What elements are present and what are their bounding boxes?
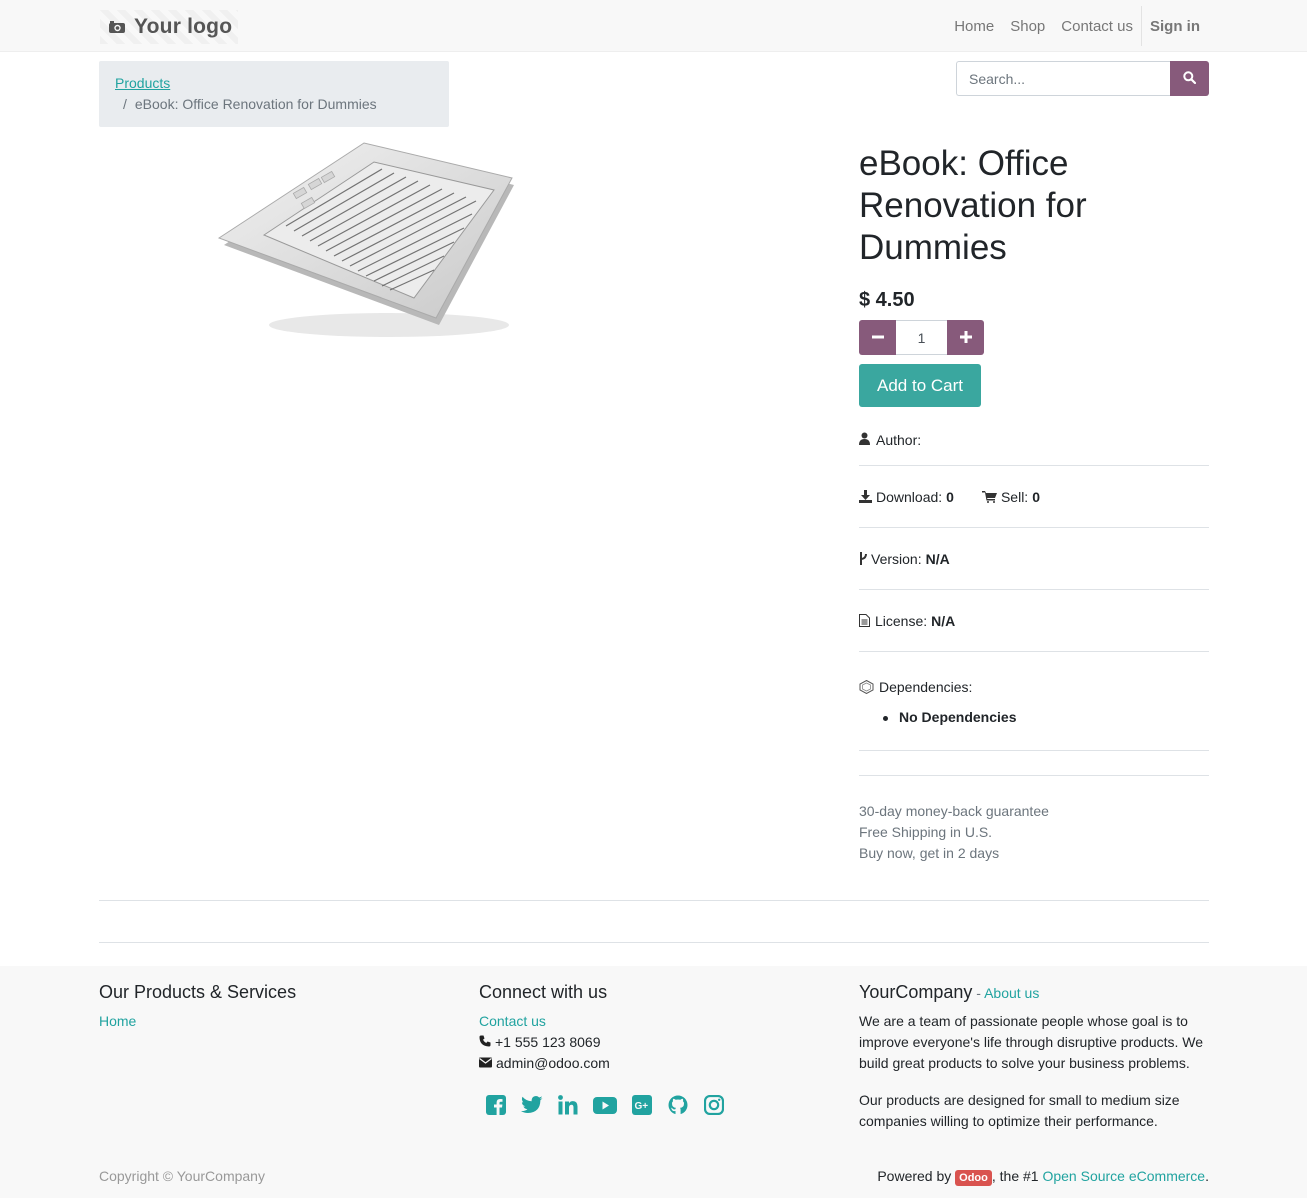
linkedin-icon[interactable] xyxy=(557,1094,579,1116)
breadcrumb: Products / eBook: Office Renovation for D… xyxy=(99,61,449,127)
powered-mid: , the #1 xyxy=(991,1168,1043,1184)
quantity-stepper xyxy=(859,320,1209,355)
code-branch-icon xyxy=(859,552,867,565)
section-divider xyxy=(99,942,1209,943)
search-form xyxy=(956,61,1209,96)
search-button[interactable] xyxy=(1170,61,1209,96)
footer-phone: +1 555 123 8069 xyxy=(495,1034,601,1050)
product-details: eBook: Office Renovation for Dummies $ 4… xyxy=(859,140,1209,864)
svg-text:G+: G+ xyxy=(635,1101,649,1112)
plus-icon xyxy=(959,330,972,346)
download-sell-row: Download: 0 Sell: 0 xyxy=(859,466,1209,528)
sell-count: 0 xyxy=(1032,488,1040,505)
license-row: License: N/A xyxy=(859,590,1209,652)
footer-company-heading: YourCompany xyxy=(859,982,973,1002)
decrease-quantity-button[interactable] xyxy=(859,320,896,355)
cart-icon xyxy=(981,490,997,503)
guarantee-item: Buy now, get in 2 days xyxy=(859,845,1000,861)
sign-in-link[interactable]: Sign in xyxy=(1150,18,1200,35)
breadcrumb-separator: / xyxy=(123,96,127,112)
nav-home[interactable]: Home xyxy=(954,18,994,35)
footer-home-link[interactable]: Home xyxy=(99,1011,136,1032)
product-image xyxy=(214,140,524,345)
github-icon[interactable] xyxy=(667,1094,689,1116)
product-price: $ 4.50 xyxy=(859,289,915,311)
download-icon xyxy=(859,490,872,503)
instagram-icon[interactable] xyxy=(703,1094,725,1116)
footer-about-link[interactable]: About us xyxy=(984,985,1039,1001)
increase-quantity-button[interactable] xyxy=(947,320,984,355)
footer-connect-heading: Connect with us xyxy=(479,982,608,1002)
dependencies-label: Dependencies: xyxy=(879,679,973,695)
social-links: G+ xyxy=(479,1094,725,1116)
logo[interactable]: Your logo xyxy=(100,10,238,44)
download-count: 0 xyxy=(946,488,954,505)
footer-connect-column: Connect with us Contact us +1 555 123 80… xyxy=(479,982,725,1116)
search-icon xyxy=(1183,70,1197,87)
logo-text: Your logo xyxy=(134,15,233,38)
nav-divider xyxy=(1141,6,1142,46)
product-title: eBook: Office Renovation for Dummies xyxy=(859,144,1087,267)
guarantee-list: 30-day money-back guarantee Free Shippin… xyxy=(859,801,1209,864)
breadcrumb-current-label: eBook: Office Renovation for Dummies xyxy=(134,96,377,112)
dependencies-list: No Dependencies xyxy=(883,709,1209,725)
facebook-icon[interactable] xyxy=(485,1094,507,1116)
add-to-cart-button[interactable]: Add to Cart xyxy=(859,364,981,407)
powered-prefix: Powered by xyxy=(877,1168,956,1184)
twitter-icon[interactable] xyxy=(521,1094,543,1116)
breadcrumb-current: / eBook: Office Renovation for Dummies xyxy=(115,94,433,115)
google-plus-icon[interactable]: G+ xyxy=(631,1094,653,1116)
footer-about-separator: - xyxy=(972,985,985,1001)
version-value: N/A xyxy=(925,550,950,567)
footer-email: admin@odoo.com xyxy=(496,1055,610,1071)
author-row: Author: xyxy=(859,427,1209,466)
open-source-ecommerce-link[interactable]: Open Source eCommerce xyxy=(1042,1168,1205,1184)
copyright: Copyright © YourCompany xyxy=(99,1168,265,1184)
section-divider xyxy=(99,900,1209,901)
footer: Our Products & Services Home Connect wit… xyxy=(0,966,1307,1198)
search-input[interactable] xyxy=(956,61,1170,96)
nav-shop[interactable]: Shop xyxy=(1010,18,1045,35)
odoo-badge[interactable]: Odoo xyxy=(955,1170,992,1186)
footer-about-column: YourCompany - About us We are a team of … xyxy=(859,982,1209,1148)
main-nav: Home Shop Contact us Sign in xyxy=(938,0,1200,52)
top-navbar: Your logo Home Shop Contact us Sign in xyxy=(0,0,1307,52)
quantity-input[interactable] xyxy=(896,320,947,355)
user-icon xyxy=(859,432,872,445)
footer-about-text-2: Our products are designed for small to m… xyxy=(859,1092,1180,1129)
license-value: N/A xyxy=(931,612,956,629)
phone-icon xyxy=(479,1032,491,1053)
breadcrumb-products[interactable]: Products xyxy=(115,73,433,94)
download-label: Download: xyxy=(876,488,943,505)
footer-about-text: We are a team of passionate people whose… xyxy=(859,1013,1204,1071)
cubes-icon xyxy=(859,680,875,694)
footer-products-column: Our Products & Services Home xyxy=(99,982,296,1032)
powered-suffix: . xyxy=(1205,1168,1209,1184)
version-row: Version: N/A xyxy=(859,528,1209,590)
file-text-icon xyxy=(859,614,871,627)
envelope-icon xyxy=(479,1053,492,1074)
nav-contact-us[interactable]: Contact us xyxy=(1061,18,1133,35)
powered-by: Powered by Odoo, the #1 Open Source eCom… xyxy=(877,1168,1209,1186)
license-label: License: xyxy=(875,612,928,629)
guarantee-item: 30-day money-back guarantee xyxy=(859,803,1049,819)
sell-label: Sell: xyxy=(1000,488,1029,505)
footer-products-heading: Our Products & Services xyxy=(99,982,297,1002)
footer-company-heading-row: YourCompany - About us xyxy=(859,982,1209,1003)
dependency-item: No Dependencies xyxy=(883,709,1209,725)
guarantee-item: Free Shipping in U.S. xyxy=(859,824,993,840)
divider xyxy=(859,751,1209,776)
version-label: Version: xyxy=(871,550,922,567)
minus-icon xyxy=(871,330,884,346)
youtube-icon[interactable] xyxy=(593,1094,617,1116)
dependencies-row: Dependencies: No Dependencies xyxy=(859,652,1209,751)
footer-contact-link[interactable]: Contact us xyxy=(479,1011,546,1032)
camera-icon xyxy=(108,20,126,34)
author-label: Author: xyxy=(876,432,922,448)
